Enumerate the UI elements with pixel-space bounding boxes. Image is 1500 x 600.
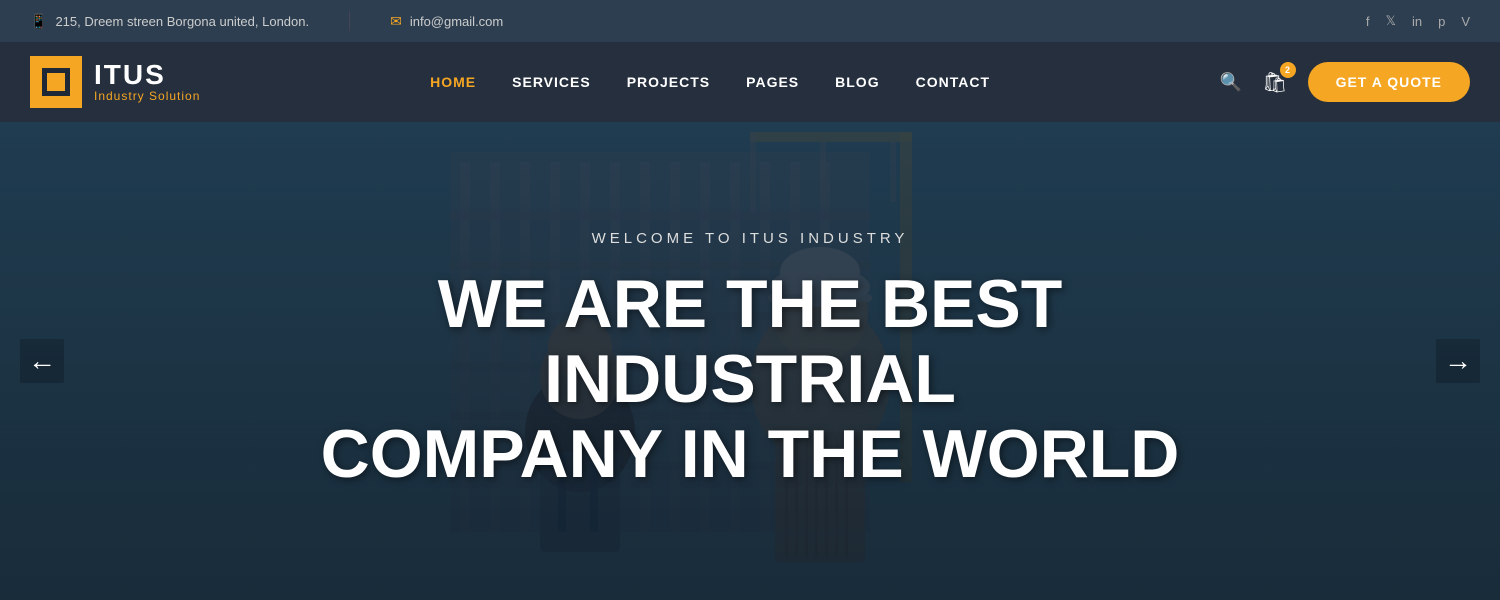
- address-text: 215, Dreem streen Borgona united, London…: [55, 14, 309, 29]
- nav-home[interactable]: HOME: [430, 74, 476, 90]
- logo-name: ITUS: [94, 61, 200, 89]
- top-bar-left: 📱 215, Dreem streen Borgona united, Lond…: [30, 11, 503, 31]
- nav-pages[interactable]: PAGES: [746, 74, 799, 90]
- address-info: 📱 215, Dreem streen Borgona united, Lond…: [30, 13, 309, 30]
- nav-actions: 🔍 🛍 2 GET A QUOTE: [1220, 62, 1470, 102]
- top-bar: 📱 215, Dreem streen Borgona united, Lond…: [0, 0, 1500, 42]
- get-a-quote-button[interactable]: GET A QUOTE: [1308, 62, 1470, 102]
- hero-section: ← WELCOME TO ITUS INDUSTRY WE ARE THE BE…: [0, 122, 1500, 600]
- search-button[interactable]: 🔍: [1220, 72, 1242, 93]
- slider-next-button[interactable]: →: [1436, 339, 1480, 383]
- logo[interactable]: ITUS Industry Solution: [30, 56, 200, 108]
- phone-icon: 📱: [30, 13, 47, 30]
- cart-button[interactable]: 🛍 2: [1262, 70, 1287, 95]
- email-text: info@gmail.com: [410, 14, 503, 29]
- pinterest-icon[interactable]: p: [1438, 14, 1445, 29]
- slider-prev-button[interactable]: ←: [20, 339, 64, 383]
- cart-badge: 2: [1280, 62, 1296, 78]
- header: ITUS Industry Solution HOME SERVICES PRO…: [0, 42, 1500, 122]
- nav-projects[interactable]: PROJECTS: [627, 74, 710, 90]
- logo-text: ITUS Industry Solution: [94, 61, 200, 103]
- nav-services[interactable]: SERVICES: [512, 74, 591, 90]
- email-icon: ✉: [390, 13, 402, 30]
- nav-blog[interactable]: BLOG: [835, 74, 879, 90]
- logo-box-inner: [42, 68, 70, 96]
- facebook-icon[interactable]: f: [1366, 14, 1370, 29]
- logo-box: [30, 56, 82, 108]
- linkedin-icon[interactable]: in: [1412, 14, 1422, 29]
- hero-title-line2: COMPANY IN THE WORLD: [321, 416, 1180, 492]
- nav-contact[interactable]: CONTACT: [916, 74, 990, 90]
- hero-title: WE ARE THE BEST INDUSTRIAL COMPANY IN TH…: [300, 267, 1200, 491]
- hero-content: WELCOME TO ITUS INDUSTRY WE ARE THE BEST…: [300, 230, 1200, 491]
- vimeo-icon[interactable]: V: [1461, 14, 1470, 29]
- hero-subtitle: WELCOME TO ITUS INDUSTRY: [300, 230, 1200, 247]
- social-links: f 𝕏 in p V: [1366, 13, 1470, 29]
- email-info: ✉ info@gmail.com: [390, 13, 503, 30]
- divider: [349, 11, 350, 31]
- hero-title-line1: WE ARE THE BEST INDUSTRIAL: [438, 266, 1063, 417]
- twitter-icon[interactable]: 𝕏: [1385, 13, 1395, 29]
- main-nav: HOME SERVICES PROJECTS PAGES BLOG CONTAC…: [430, 74, 990, 90]
- logo-tagline: Industry Solution: [94, 89, 200, 103]
